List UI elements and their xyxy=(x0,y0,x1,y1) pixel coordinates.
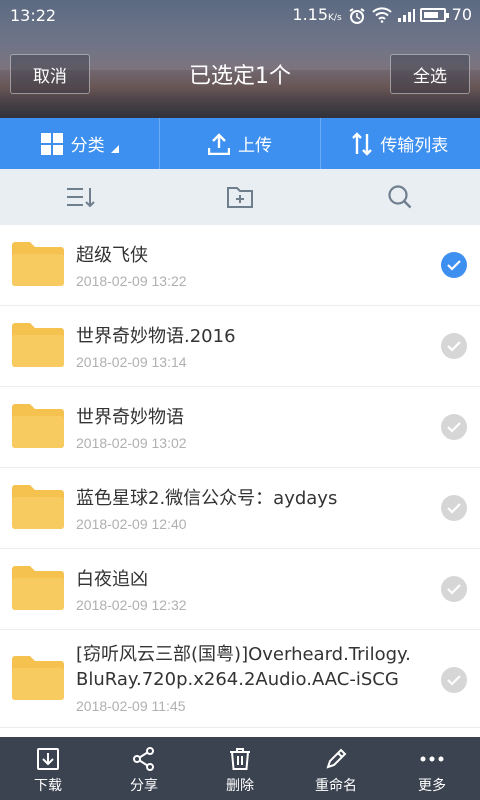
check-icon xyxy=(447,341,461,352)
share-icon xyxy=(133,747,154,771)
download-label: 下载 xyxy=(34,778,62,794)
rename-label: 重命名 xyxy=(315,778,357,794)
status-time: 13:22 xyxy=(10,6,57,25)
delete-label: 删除 xyxy=(226,778,254,794)
folder-icon xyxy=(12,566,64,610)
list-item[interactable]: 蓝色星球2.微信公众号：aydays 2018-02-09 12:40 xyxy=(0,468,480,549)
file-name-line: [窃听风云三部(国粤)]Overheard.Trilogy. xyxy=(76,644,411,665)
sort-button[interactable] xyxy=(0,169,160,225)
status-bar: 13:22 1.15K/s 70 xyxy=(0,0,480,32)
list-item[interactable]: 世界奇妙物语 2018-02-09 13:02 xyxy=(0,387,480,468)
file-name: 超级飞侠 xyxy=(76,245,148,266)
search-icon xyxy=(388,185,412,209)
file-date: 2018-02-09 12:40 xyxy=(76,516,187,532)
tab-bar: 分类 上传 传输列表 xyxy=(0,118,480,169)
alarm-icon xyxy=(348,7,366,24)
transfer-icon xyxy=(352,131,373,156)
tab-upload[interactable]: 上传 xyxy=(159,118,319,169)
download-button[interactable]: 下载 xyxy=(0,737,96,800)
file-list: 超级飞侠 2018-02-09 13:22 世界奇妙物语.2016 2018-0… xyxy=(0,225,480,737)
battery-icon xyxy=(419,7,449,22)
file-name: [窃听风云三部(国粤)]Overheard.Trilogy. BluRay.72… xyxy=(76,642,411,692)
file-name-line: BluRay.720p.x264.2Audio.AAC-iSCG xyxy=(76,669,399,690)
title-row: 取消 已选定1个 全选 xyxy=(0,52,480,96)
list-item[interactable]: 超级飞侠 2018-02-09 13:22 xyxy=(0,225,480,306)
battery-level: 70 xyxy=(451,5,472,24)
tab-category-label: 分类 xyxy=(70,136,105,156)
list-item[interactable]: 世界奇妙物语.2016 2018-02-09 13:14 xyxy=(0,306,480,387)
network-speed-unit: K/s xyxy=(328,13,342,23)
select-all-button[interactable]: 全选 xyxy=(390,54,470,94)
checkbox-unchecked[interactable] xyxy=(441,333,467,359)
folder-icon xyxy=(12,404,64,448)
more-button[interactable]: 更多 xyxy=(384,737,480,800)
share-label: 分享 xyxy=(130,778,158,794)
folder-icon xyxy=(12,323,64,367)
status-indicators: 1.15K/s 70 xyxy=(292,5,472,24)
share-button[interactable]: 分享 xyxy=(96,737,192,800)
more-label: 更多 xyxy=(418,778,446,794)
folder-icon xyxy=(12,242,64,286)
file-name: 蓝色星球2.微信公众号：aydays xyxy=(76,488,338,509)
checkbox-unchecked[interactable] xyxy=(441,576,467,602)
checkbox-unchecked[interactable] xyxy=(441,667,467,693)
tool-row xyxy=(0,169,480,225)
list-item[interactable]: 白夜追凶 2018-02-09 12:32 xyxy=(0,549,480,630)
tab-transfer-list[interactable]: 传输列表 xyxy=(319,118,480,169)
file-name: 白夜追凶 xyxy=(76,569,148,590)
pencil-icon xyxy=(326,748,347,769)
rename-button[interactable]: 重命名 xyxy=(288,737,384,800)
wifi-icon xyxy=(371,6,392,23)
check-icon xyxy=(447,584,461,595)
tab-category[interactable]: 分类 xyxy=(0,118,159,169)
trash-icon xyxy=(230,748,250,770)
file-name: 世界奇妙物语 xyxy=(76,407,184,428)
bottom-action-bar: 下载 分享 删除 重命名 更多 xyxy=(0,737,480,800)
search-button[interactable] xyxy=(320,169,480,225)
file-date: 2018-02-09 13:22 xyxy=(76,273,187,289)
sort-icon xyxy=(67,188,95,208)
dropdown-triangle-icon xyxy=(110,144,119,153)
checkbox-unchecked[interactable] xyxy=(441,495,467,521)
upload-icon xyxy=(207,132,230,155)
file-date: 2018-02-09 11:45 xyxy=(76,698,186,714)
checkbox-unchecked[interactable] xyxy=(441,414,467,440)
tab-transfer-label: 传输列表 xyxy=(380,136,449,156)
check-icon xyxy=(447,260,461,271)
tab-upload-label: 上传 xyxy=(237,136,272,156)
new-folder-icon xyxy=(227,187,253,208)
network-speed-value: 1.15 xyxy=(292,5,329,24)
header: 13:22 1.15K/s 70 取消 已选定1个 全选 xyxy=(0,0,480,118)
grid-icon xyxy=(40,132,63,155)
signal-icon xyxy=(396,7,415,23)
file-date: 2018-02-09 12:32 xyxy=(76,597,187,613)
network-speed: 1.15K/s xyxy=(292,5,341,24)
delete-button[interactable]: 删除 xyxy=(192,737,288,800)
more-dots-icon xyxy=(420,756,444,762)
file-date: 2018-02-09 13:02 xyxy=(76,435,187,451)
download-icon xyxy=(37,748,59,770)
check-icon xyxy=(447,422,461,433)
file-date: 2018-02-09 13:14 xyxy=(76,354,187,370)
list-item[interactable]: [窃听风云三部(国粤)]Overheard.Trilogy. BluRay.72… xyxy=(0,630,480,728)
folder-icon xyxy=(12,485,64,529)
folder-icon xyxy=(12,656,64,700)
checkbox-checked[interactable] xyxy=(441,252,467,278)
new-folder-button[interactable] xyxy=(160,169,320,225)
file-name: 世界奇妙物语.2016 xyxy=(76,326,236,347)
check-icon xyxy=(447,503,461,514)
check-icon xyxy=(447,675,461,686)
